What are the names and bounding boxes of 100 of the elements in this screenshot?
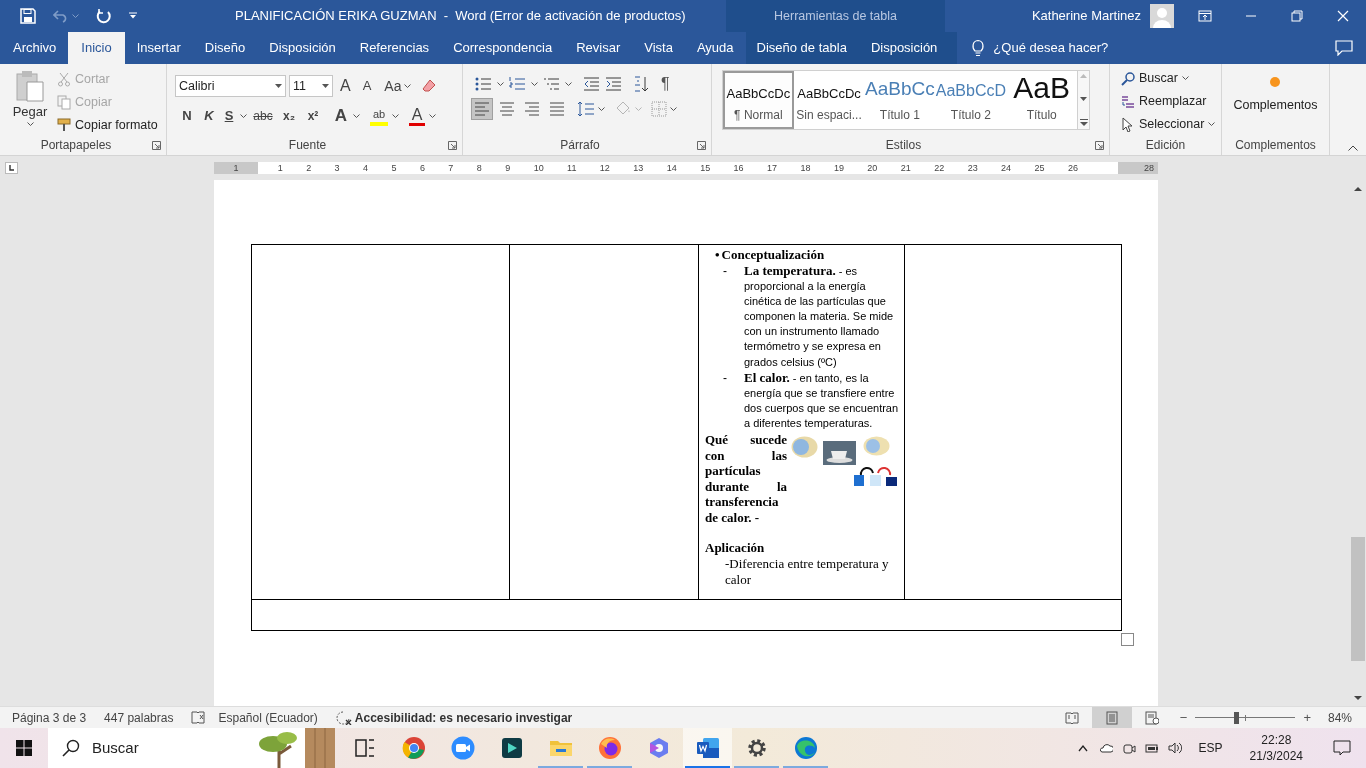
show-marks-button[interactable]: ¶ <box>661 76 670 92</box>
caret-icon[interactable] <box>240 113 247 119</box>
format-button[interactable]: A <box>409 106 425 126</box>
more-styles-icon[interactable] <box>1079 119 1088 126</box>
caret-icon[interactable] <box>1208 122 1216 127</box>
tell-me-field[interactable]: ¿Qué desea hacer? <box>993 38 1109 58</box>
battery-icon[interactable] <box>1144 741 1159 755</box>
ribbon-tab[interactable]: Inicio <box>68 32 125 64</box>
caret-icon[interactable] <box>670 106 677 112</box>
scroll-up-arrow-icon[interactable] <box>1353 184 1363 194</box>
accessibility-status[interactable]: Accesibilidad: es necesario investigar <box>354 708 573 727</box>
clear-formatting-icon[interactable] <box>421 78 438 94</box>
editing-button[interactable]: Reemplazar <box>1120 92 1221 111</box>
scroll-down-arrow-icon[interactable] <box>1353 693 1363 703</box>
language-indicator[interactable]: Español (Ecuador) <box>218 708 318 727</box>
caret-icon[interactable] <box>531 81 538 87</box>
cloud-icon[interactable] <box>1098 741 1113 755</box>
multilevel-list-icon[interactable] <box>543 76 560 92</box>
caret-icon[interactable] <box>404 83 412 89</box>
input-language-indicator[interactable]: ESP <box>1198 739 1223 757</box>
editing-button[interactable]: Buscar <box>1120 69 1221 88</box>
format-button[interactable]: K <box>200 108 218 124</box>
proofing-icon[interactable] <box>191 711 206 724</box>
zoom-level[interactable]: 84% <box>1327 708 1352 727</box>
zoom-in-button[interactable]: + <box>1303 707 1311 728</box>
zoom-slider[interactable] <box>1195 711 1296 724</box>
format-button[interactable]: S <box>222 108 236 124</box>
close-icon[interactable] <box>1336 9 1350 23</box>
zoom-slider-thumb[interactable] <box>1234 711 1240 724</box>
accessibility-icon[interactable] <box>335 710 352 725</box>
zoom-out-button[interactable]: − <box>1179 707 1188 728</box>
ribbon-display-options-icon[interactable] <box>1198 9 1212 23</box>
camera-icon[interactable] <box>1121 741 1136 755</box>
bullets-icon[interactable] <box>475 76 492 92</box>
editing-button[interactable]: Seleccionar <box>1120 115 1221 134</box>
tab-stop-selector-icon[interactable] <box>5 162 18 174</box>
ribbon-tab[interactable]: Insertar <box>124 32 193 64</box>
collapse-ribbon-icon[interactable] <box>1348 145 1358 151</box>
caret-icon[interactable] <box>497 81 504 87</box>
dialog-launcher-icon[interactable] <box>152 140 161 150</box>
clipboard-button[interactable]: Copiar formato <box>57 116 158 134</box>
format-button[interactable]: N <box>178 108 196 124</box>
ribbon-tab[interactable]: Vista <box>632 32 685 64</box>
ribbon-tab[interactable]: Disposición <box>858 32 958 64</box>
caret-icon[interactable] <box>1181 76 1189 81</box>
caret-icon[interactable] <box>598 106 605 112</box>
ribbon-tab[interactable]: Correspondencia <box>441 32 565 64</box>
maximize-icon[interactable] <box>1290 9 1304 23</box>
repeat-icon[interactable] <box>96 8 112 24</box>
scroll-down-icon[interactable] <box>1080 96 1088 101</box>
paste-button[interactable]: Pegar <box>9 70 51 136</box>
caret-icon[interactable] <box>392 113 399 119</box>
line-spacing-icon[interactable] <box>577 100 595 118</box>
ribbon-tab[interactable]: Referencias <box>347 32 442 64</box>
comment-icon[interactable] <box>1335 40 1353 56</box>
caret-icon[interactable] <box>26 121 34 127</box>
format-button[interactable]: A <box>333 108 349 124</box>
style-item[interactable]: AaBbCcDc ¶ Normal <box>723 71 794 129</box>
ribbon-tab[interactable]: Disposición <box>257 32 348 64</box>
caret-icon[interactable] <box>429 113 436 119</box>
customize-caret-icon[interactable] <box>129 12 137 20</box>
style-item[interactable]: AaBbCcDc Sin espaci... <box>793 71 865 129</box>
dialog-launcher-icon[interactable] <box>1095 140 1104 150</box>
ribbon-tab[interactable]: Diseño <box>192 32 258 64</box>
clock-date[interactable]: 21/3/2024 <box>1249 748 1303 764</box>
format-button[interactable]: ab <box>370 106 388 126</box>
caret-icon[interactable] <box>565 81 572 87</box>
format-button[interactable]: x² <box>303 108 323 124</box>
increase-indent-icon[interactable] <box>605 76 622 92</box>
volume-icon[interactable] <box>1167 741 1182 755</box>
word-count[interactable]: 447 palabras <box>104 708 174 727</box>
scrollbar-thumb[interactable] <box>1351 537 1365 661</box>
font-size-button[interactable]: Aa <box>378 75 412 97</box>
page-count[interactable]: Página 3 de 3 <box>12 708 87 727</box>
clock-time[interactable]: 22:28 <box>1261 732 1292 748</box>
format-button[interactable]: abc <box>251 108 275 124</box>
ribbon-tab[interactable]: Revisar <box>564 32 633 64</box>
dialog-launcher-icon[interactable] <box>448 140 457 150</box>
decrease-indent-icon[interactable] <box>583 76 600 92</box>
save-icon[interactable] <box>20 8 36 24</box>
table-resize-handle[interactable] <box>1121 633 1134 646</box>
notifications-icon[interactable] <box>1333 740 1351 756</box>
font-size-button[interactable]: A <box>357 76 377 96</box>
style-item[interactable]: AaBbCc Título 1 <box>864 71 936 129</box>
ribbon-tab[interactable]: Archivo <box>1 32 69 64</box>
view-button[interactable] <box>1091 706 1132 729</box>
style-item[interactable]: AaB Título <box>1006 71 1078 129</box>
style-item[interactable]: AaBbCcD Título 2 <box>935 71 1007 129</box>
dialog-launcher-icon[interactable] <box>697 140 706 150</box>
taskbar-app-button[interactable] <box>683 728 732 768</box>
font-size-dropdown[interactable]: 11 <box>289 75 333 97</box>
ribbon-tab[interactable]: Ayuda <box>684 32 746 64</box>
ribbon-tab[interactable]: Diseño de tabla <box>745 32 859 64</box>
addins-button[interactable]: Complementos <box>1233 76 1318 136</box>
font-size-button[interactable]: A <box>335 74 356 98</box>
font-family-dropdown[interactable]: Calibri <box>175 75 286 97</box>
sort-icon[interactable] <box>633 76 650 92</box>
format-button[interactable]: x₂ <box>279 108 299 124</box>
user-name[interactable]: Katherine Martinez <box>1031 6 1141 26</box>
taskbar-search-field[interactable]: Buscar <box>48 728 335 768</box>
